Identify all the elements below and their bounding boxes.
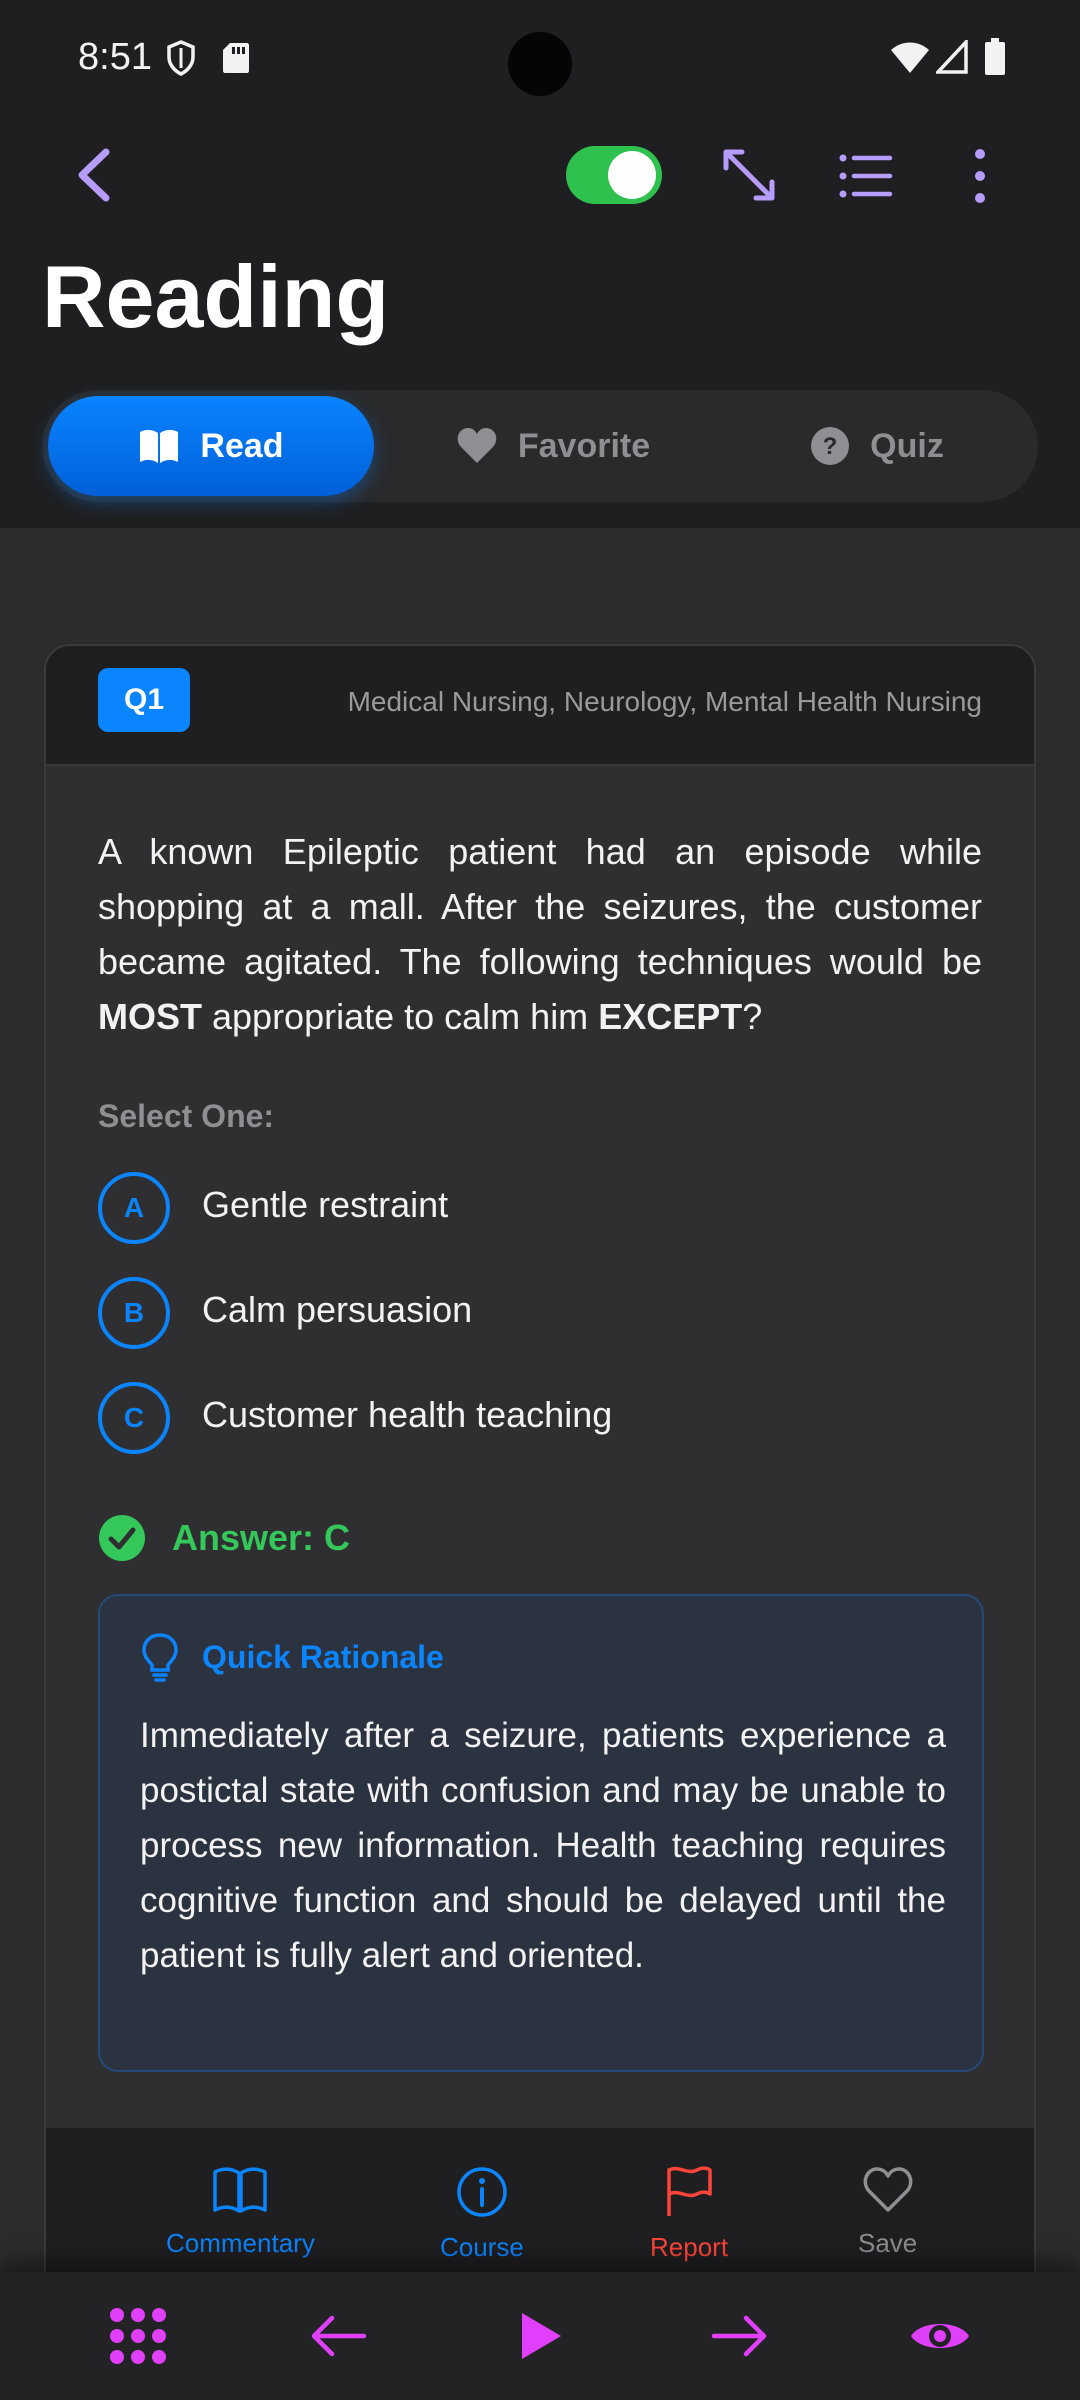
grid-button[interactable] [102,2300,174,2372]
course-label: Course [440,2232,524,2262]
tab-favorite[interactable]: Favorite [398,396,708,496]
page-title: Reading [42,247,390,346]
next-button[interactable] [704,2300,776,2372]
toggle-knob [608,151,656,199]
tab-read-label: Read [200,426,284,465]
arrow-left-icon [311,2315,367,2357]
question-part: ? [742,996,763,1037]
question-number-badge: Q1 [98,668,190,732]
status-time: 8:51 [78,36,152,78]
option-letter: C [98,1382,170,1454]
previous-button[interactable] [302,2300,374,2372]
rationale-body: Immediately after a seizure, patients ex… [140,1716,946,1975]
save-button[interactable]: Save [858,2166,917,2259]
play-icon [522,2313,561,2359]
tab-quiz[interactable]: ? Quiz [722,396,1032,496]
play-button[interactable] [504,2300,576,2372]
heart-outline-icon [863,2167,912,2212]
rationale-header: Quick Rationale [140,1632,444,1682]
answer-text: Answer: C [172,1517,351,1558]
arrow-right-icon [711,2315,767,2357]
list-icon[interactable] [838,148,894,204]
commentary-label: Commentary [166,2228,315,2258]
option-letter: B [98,1277,170,1349]
tab-read[interactable]: Read [48,396,374,496]
lightbulb-icon [142,1633,178,1682]
card-header: Q1 Medical Nursing, Neurology, Mental He… [46,646,1034,766]
answer-row: Answer: C [98,1510,350,1566]
heart-icon [457,428,497,463]
question-part: A known Epileptic patient had an episode… [98,831,982,982]
option-text: Gentle restraint [202,1184,449,1225]
camera-cutout [508,32,572,96]
option-letter: A [98,1172,170,1244]
signal-icon [936,40,968,74]
course-button[interactable]: Course [440,2166,524,2263]
option-b[interactable]: B Calm persuasion [98,1277,982,1353]
book-icon [213,2167,268,2213]
option-c[interactable]: C Customer health teaching [98,1382,982,1458]
eye-icon [911,2324,969,2348]
more-vertical-icon[interactable] [964,148,996,204]
sd-card-icon [223,43,249,73]
report-label: Report [650,2232,729,2262]
svg-text:?: ? [823,433,838,460]
question-emphasis: EXCEPT [598,996,743,1037]
save-label: Save [858,2228,918,2258]
question-part: appropriate to calm him [202,996,599,1037]
question-card: Q1 Medical Nursing, Neurology, Mental He… [44,644,1036,2400]
question-emphasis: MOST [98,996,202,1037]
book-open-icon [140,429,179,463]
question-categories: Medical Nursing, Neurology, Mental Healt… [347,686,982,717]
back-button[interactable] [64,140,124,210]
question-text: A known Epileptic patient had an episode… [98,824,982,1044]
tab-quiz-label: Quiz [870,426,944,465]
quick-rationale-box: Quick Rationale Immediately after a seiz… [98,1594,984,2072]
segmented-tabs: Read Favorite ? Quiz [42,390,1038,502]
option-text: Calm persuasion [202,1289,473,1330]
status-bar: 8:51 [0,0,1080,120]
rationale-title: Quick Rationale [202,1638,444,1675]
check-circle-icon [99,1515,145,1561]
bottom-navigation [0,2272,1080,2400]
select-one-label: Select One: [98,1098,275,1134]
info-icon [457,2167,507,2217]
expand-icon[interactable] [718,144,780,206]
mode-toggle[interactable] [566,146,662,204]
header: 8:51 Reading Read Favorite ? Quiz [0,0,1080,528]
shield-icon [167,40,195,76]
view-toggle-button[interactable] [904,2300,976,2372]
option-text: Customer health teaching [202,1394,613,1435]
flag-icon [667,2166,712,2216]
report-button[interactable]: Report [650,2166,728,2263]
battery-icon [985,38,1005,75]
help-circle-icon: ? [811,427,850,465]
tab-favorite-label: Favorite [517,426,651,465]
grid-icon [110,2308,166,2364]
option-a[interactable]: A Gentle restraint [98,1172,982,1248]
wifi-icon [891,42,929,73]
commentary-button[interactable]: Commentary [166,2166,315,2259]
